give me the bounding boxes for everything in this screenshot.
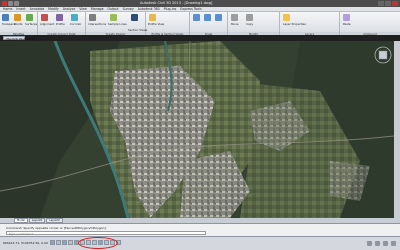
surfaces-icon[interactable] <box>26 14 33 21</box>
copy-label[interactable]: Copy <box>246 22 253 26</box>
points-label[interactable]: Points <box>14 22 22 26</box>
profile-view-icon[interactable] <box>149 14 156 21</box>
toolspace-icon[interactable] <box>2 14 9 21</box>
panel-label: Profile & Section Views <box>146 31 189 35</box>
clean-screen-icon[interactable] <box>391 241 396 246</box>
maximize-icon[interactable] <box>385 1 391 6</box>
move-icon[interactable] <box>231 14 238 21</box>
alignment-label[interactable]: Alignment <box>40 22 54 26</box>
layer-properties-label[interactable]: Layer Properties <box>283 22 306 26</box>
quick-access-toolbar[interactable] <box>2 1 19 6</box>
copy-icon[interactable] <box>246 14 253 21</box>
undo-icon[interactable] <box>14 1 19 6</box>
workspace-icon[interactable] <box>367 241 372 246</box>
panel-layers: Layer Properties Layers <box>280 12 340 35</box>
save-icon[interactable] <box>8 1 13 6</box>
minimize-icon[interactable] <box>378 1 384 6</box>
annotation-scale-icon[interactable] <box>375 241 380 246</box>
close-icon[interactable] <box>392 1 398 6</box>
polar-mode-icon[interactable] <box>68 240 73 245</box>
corridor-label[interactable]: Corridor <box>70 22 81 26</box>
ribbon: Toolspace Points Surfaces Palettes Align… <box>0 12 400 35</box>
tab-survey[interactable]: Survey <box>123 7 134 11</box>
tab-analyze[interactable]: Analyze <box>63 7 76 11</box>
status-bar: 666413.71, 5106352.50, 0.00 <box>0 236 400 250</box>
aerial-map <box>0 41 394 218</box>
points-icon[interactable] <box>14 14 21 21</box>
panel-draw: Draw <box>190 12 228 35</box>
panel-label: Clipboard <box>340 31 400 35</box>
tab-annotate[interactable]: Annotate <box>30 7 45 11</box>
title-bar: Autodesk Civil 3D 2013 - [Drawing1.dwg] <box>0 0 400 7</box>
tab-modify[interactable]: Modify <box>48 7 59 11</box>
panel-label: Create Design <box>86 31 145 35</box>
tab-home[interactable]: Home <box>3 7 12 11</box>
corridor-icon[interactable] <box>71 14 78 21</box>
profile-view-label[interactable]: Profile View <box>148 22 164 26</box>
coordinate-readout: 666413.71, 5106352.50, 0.00 <box>3 241 48 245</box>
line-icon[interactable] <box>193 14 200 21</box>
sample-lines-icon[interactable] <box>110 14 117 21</box>
ortho-mode-icon[interactable] <box>62 240 67 245</box>
viewcube-icon[interactable] <box>374 46 392 64</box>
panel-palettes: Toolspace Points Surfaces Palettes <box>0 12 38 35</box>
circle-icon[interactable] <box>215 14 222 21</box>
viewport-controls[interactable]: [Top][2D Wireframe] <box>3 36 35 41</box>
paste-label[interactable]: Paste <box>343 22 351 26</box>
window-controls[interactable] <box>378 1 398 6</box>
panel-create-design: Intersections Sample Lines Section Views… <box>86 12 147 35</box>
snap-mode-icon[interactable] <box>50 240 55 245</box>
panel-profile-section-views: Profile View Profile & Section Views <box>146 12 190 35</box>
command-history: Command: Specify opposite corner or [Fen… <box>6 226 107 230</box>
layer-properties-icon[interactable] <box>283 14 290 21</box>
alignment-icon[interactable] <box>41 14 48 21</box>
panel-modify: Move Copy Modify <box>228 12 280 35</box>
panel-create-ground-data: Alignment Profile Corridor Create Ground… <box>38 12 86 35</box>
grid-mode-icon[interactable] <box>56 240 61 245</box>
profile-icon[interactable] <box>56 14 63 21</box>
intersections-icon[interactable] <box>89 14 96 21</box>
tab-express-tools[interactable]: Express Tools <box>180 7 201 11</box>
command-line: Command: Specify opposite corner or [Fen… <box>0 223 400 236</box>
lock-icon[interactable] <box>383 241 388 246</box>
panel-label: Palettes <box>0 31 37 35</box>
drawing-viewport[interactable] <box>0 41 394 218</box>
profile-label[interactable]: Profile <box>56 22 65 26</box>
tab-manage[interactable]: Manage <box>91 7 104 11</box>
surfaces-label[interactable]: Surfaces <box>25 22 37 26</box>
move-label[interactable]: Move <box>231 22 239 26</box>
intersections-label[interactable]: Intersections <box>88 22 106 26</box>
panel-clipboard: Paste Clipboard <box>340 12 400 35</box>
window-title: Autodesk Civil 3D 2013 - [Drawing1.dwg] <box>140 1 213 6</box>
panel-label: Modify <box>228 31 279 35</box>
paste-icon[interactable] <box>343 14 350 21</box>
annotation-highlight-circle <box>78 237 118 249</box>
panel-label: Layers <box>280 31 339 35</box>
command-input[interactable]: Type a command <box>6 231 206 236</box>
tab-view[interactable]: View <box>79 7 87 11</box>
section-views-icon[interactable] <box>131 14 138 21</box>
application-menu-icon[interactable] <box>2 1 7 6</box>
status-tray <box>367 241 396 246</box>
tab-plug-ins[interactable]: Plug-ins <box>164 7 177 11</box>
tab-insert[interactable]: Insert <box>16 7 25 11</box>
tab-autodesk-360[interactable]: Autodesk 360 <box>138 7 160 11</box>
panel-label: Draw <box>190 31 227 35</box>
polyline-icon[interactable] <box>204 14 211 21</box>
panel-label: Create Ground Data <box>38 31 85 35</box>
vertical-scrollbar[interactable] <box>394 41 400 218</box>
tab-output[interactable]: Output <box>108 7 119 11</box>
sample-lines-label[interactable]: Sample Lines <box>108 22 127 26</box>
